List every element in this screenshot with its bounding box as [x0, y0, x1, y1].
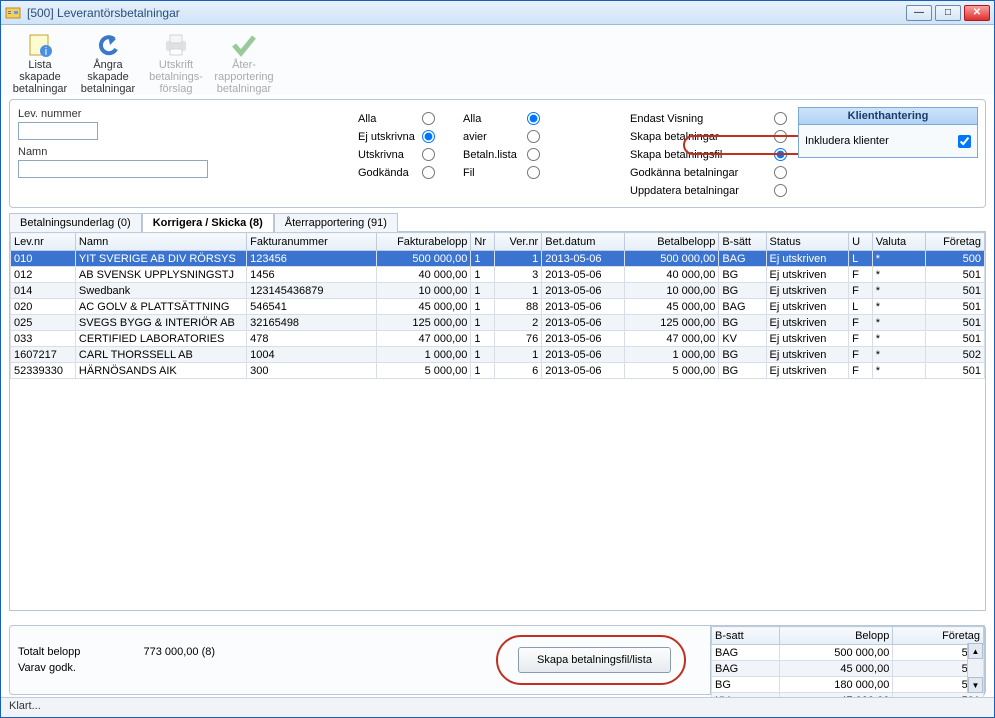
tab-korrigera-skicka[interactable]: Korrigera / Skicka (8) [142, 213, 274, 232]
statusbar: Klart... [1, 697, 994, 717]
action-uppdatera-betalningar[interactable] [774, 184, 787, 197]
col-betalbelopp[interactable]: Betalbelopp [624, 233, 718, 251]
table-row[interactable]: 033CERTIFIED LABORATORIES47847 000,00176… [11, 331, 985, 347]
klient-title: Klienthantering [799, 108, 977, 125]
summary-row[interactable]: BAG500 000,00500 [712, 645, 984, 661]
report-back-button: Åter- rapportering betalningar [213, 29, 275, 91]
col-nr[interactable]: Nr [471, 233, 495, 251]
sumcol-foretag[interactable]: Företag [893, 627, 984, 645]
summary-scrollbar[interactable]: ▲ ▼ [967, 643, 983, 693]
filter-g2-betalnlista[interactable] [527, 148, 540, 161]
namn-label: Namn [18, 146, 218, 158]
col-fakturanummer[interactable]: Fakturanummer [247, 233, 377, 251]
total-value: 773 000,00 (8) [143, 646, 215, 658]
inkludera-label: Inkludera klienter [805, 135, 952, 147]
sumcol-bsatt[interactable]: B-satt [712, 627, 780, 645]
scroll-down-icon[interactable]: ▼ [968, 677, 983, 693]
maximize-button[interactable]: □ [935, 5, 961, 21]
list-payments-button[interactable]: i Lista skapade betalningar [9, 29, 71, 91]
filter-g2-fil[interactable] [527, 166, 540, 179]
action-endast-visning[interactable] [774, 112, 787, 125]
filter-g1-utskrivna[interactable] [422, 148, 435, 161]
tab-aterrapportering[interactable]: Återrapportering (91) [274, 213, 398, 232]
table-row[interactable]: 025SVEGS BYGG & INTERIÖR AB32165498125 0… [11, 315, 985, 331]
col-vernr[interactable]: Ver.nr [495, 233, 542, 251]
table-row[interactable]: 020AC GOLV & PLATTSÄTTNING54654145 000,0… [11, 299, 985, 315]
table-row[interactable]: 014Swedbank12314543687910 000,00112013-0… [11, 283, 985, 299]
summary-row[interactable]: BG180 000,00501 [712, 677, 984, 693]
col-fakturabelopp[interactable]: Fakturabelopp [376, 233, 470, 251]
filter-g1-alla[interactable] [422, 112, 435, 125]
table-row[interactable]: 52339330HÄRNÖSANDS AIK3005 000,00162013-… [11, 363, 985, 379]
filter-g1-godkanda[interactable] [422, 166, 435, 179]
col-bsatt[interactable]: B-sätt [719, 233, 766, 251]
varav-label: Varav godk. [18, 662, 76, 674]
action-godkanna-betalningar[interactable] [774, 166, 787, 179]
printer-icon [160, 31, 192, 59]
close-button[interactable]: ✕ [964, 5, 990, 21]
table-row[interactable]: 010YIT SVERIGE AB DIV RÖRSYS123456500 00… [11, 251, 985, 267]
scroll-up-icon[interactable]: ▲ [968, 643, 983, 659]
tab-betalningsunderlag[interactable]: Betalningsunderlag (0) [9, 213, 142, 232]
undo-payments-button[interactable]: Ångra skapade betalningar [77, 29, 139, 91]
col-valuta[interactable]: Valuta [872, 233, 925, 251]
toolbar: i Lista skapade betalningar Ångra skapad… [1, 25, 994, 95]
filter-g1-ejutskrivna[interactable] [422, 130, 435, 143]
action-skapa-betalningar[interactable] [774, 130, 787, 143]
summary-row[interactable]: BAG45 000,00501 [712, 661, 984, 677]
col-namn[interactable]: Namn [75, 233, 246, 251]
inkludera-checkbox[interactable] [958, 135, 971, 148]
levnr-label: Lev. nummer [18, 108, 218, 120]
total-label: Totalt belopp [18, 646, 80, 658]
filter-g2-avier[interactable] [527, 130, 540, 143]
titlebar: [500] Leverantörsbetalningar — □ ✕ [1, 1, 994, 25]
list-icon: i [24, 31, 56, 59]
klient-panel: Klienthantering Inkludera klienter [798, 107, 978, 158]
window-title: [500] Leverantörsbetalningar [27, 6, 180, 20]
filter-g2-alla[interactable] [527, 112, 540, 125]
summary-table: B-satt Belopp Företag BAG500 000,00500BA… [710, 625, 985, 695]
col-foretag[interactable]: Företag [925, 233, 984, 251]
tabbar: Betalningsunderlag (0) Korrigera / Skick… [9, 212, 986, 231]
namn-input[interactable] [18, 160, 208, 178]
print-proposal-button: Utskrift betalnings- förslag [145, 29, 207, 91]
col-levnr[interactable]: Lev.nr [11, 233, 76, 251]
skapa-betalningsfil-button[interactable]: Skapa betalningsfil/lista [518, 647, 671, 673]
payments-table: Lev.nr Namn Fakturanummer Fakturabelopp … [9, 231, 986, 611]
sumcol-belopp[interactable]: Belopp [780, 627, 893, 645]
col-u[interactable]: U [849, 233, 873, 251]
minimize-button[interactable]: — [906, 5, 932, 21]
footer-panel: Totalt belopp 773 000,00 (8) Varav godk.… [9, 625, 986, 695]
table-row[interactable]: 1607217CARL THORSSELL AB10041 000,001120… [11, 347, 985, 363]
svg-text:i: i [45, 46, 47, 58]
table-row[interactable]: 012AB SVENSK UPPLYSNINGSTJ145640 000,001… [11, 267, 985, 283]
levnr-input[interactable] [18, 122, 98, 140]
col-status[interactable]: Status [766, 233, 849, 251]
action-skapa-betalningsfil[interactable] [774, 148, 787, 161]
col-betdatum[interactable]: Bet.datum [542, 233, 625, 251]
undo-icon [92, 31, 124, 59]
app-icon [5, 5, 21, 21]
check-icon [228, 31, 260, 59]
